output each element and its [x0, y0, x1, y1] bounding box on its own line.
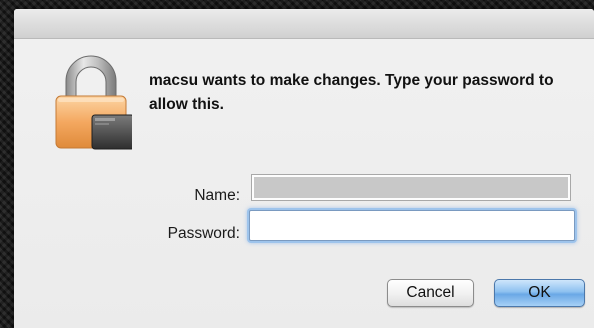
authentication-dialog: macsu wants to make changes. Type your p… — [14, 9, 594, 328]
password-label: Password: — [167, 225, 240, 242]
name-field[interactable] — [251, 174, 571, 201]
password-field[interactable] — [249, 210, 575, 241]
cancel-button[interactable]: Cancel — [387, 279, 474, 307]
name-label: Name: — [194, 187, 240, 204]
dialog-message: macsu wants to make changes. Type your p… — [149, 72, 554, 113]
ok-button[interactable]: OK — [494, 279, 585, 307]
dialog-titlebar[interactable] — [14, 9, 594, 39]
padlock-icon — [55, 55, 132, 150]
